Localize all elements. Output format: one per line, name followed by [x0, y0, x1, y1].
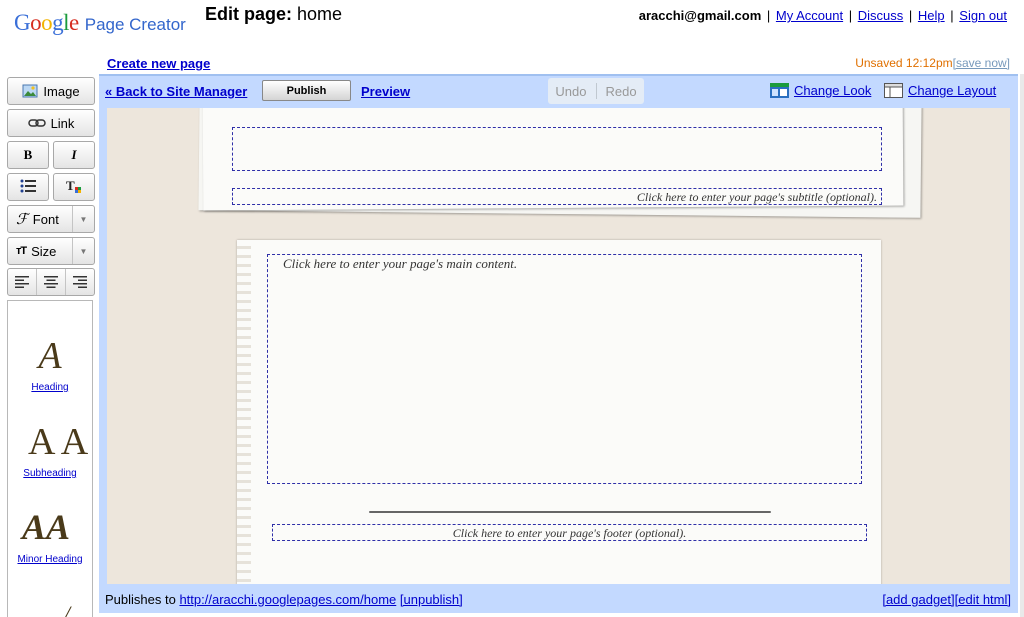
link-icon [27, 118, 46, 128]
page-name: home [297, 4, 343, 24]
publish-button[interactable]: Publish [262, 80, 351, 101]
text-size-icon: тT [16, 245, 27, 257]
style-heading[interactable]: A Heading [8, 337, 92, 393]
save-now-link[interactable]: [save now] [953, 56, 1010, 70]
back-to-site-manager-link[interactable]: « Back to Site Manager [105, 84, 247, 99]
main-content-hint: Click here to enter your page's main con… [283, 256, 518, 271]
svg-text:T: T [66, 178, 75, 193]
minor-heading-sample: AA [22, 509, 71, 547]
user-email: aracchi@gmail.com [638, 8, 762, 23]
bulleted-list-button[interactable] [7, 173, 49, 201]
edit-html-link[interactable]: [edit html] [955, 592, 1011, 607]
publish-info: Publishes to http://aracchi.googlepages.… [105, 592, 463, 607]
text-color-icon: T [65, 178, 83, 197]
user-bar: aracchi@gmail.com | My Account | Discuss… [638, 8, 1007, 23]
save-status: Unsaved 12:12pm[save now] [855, 56, 1010, 70]
font-dropdown[interactable]: ℱ Font ▼ [7, 205, 95, 233]
published-url-link[interactable]: http://aracchi.googlepages.com/home [179, 592, 396, 607]
torn-edge [237, 240, 251, 584]
font-dropdown-label: Font [32, 211, 59, 227]
publish-info-bar: Publishes to http://aracchi.googlepages.… [99, 586, 1018, 613]
page-canvas: Click here to enter your page's subtitle… [107, 108, 1010, 584]
align-center-icon [44, 276, 58, 288]
bulleted-list-icon [20, 179, 36, 196]
footer-actions: [add gadget][edit html] [882, 592, 1011, 607]
image-button-label: Image [43, 83, 80, 99]
chevron-down-icon: ▼ [72, 206, 94, 232]
alignment-group [7, 268, 95, 296]
insert-link-button[interactable]: Link [7, 109, 95, 137]
subtitle-hint: Click here to enter your page's subtitle… [636, 190, 877, 204]
undo-redo-group: Undo Redo [548, 78, 644, 104]
add-gadget-link[interactable]: [add gadget] [882, 592, 954, 607]
page-title: Edit page: home [205, 4, 342, 25]
text-styles-panel: A Heading A A Subheading AA Minor Headin… [7, 300, 93, 617]
change-layout-icon [884, 83, 903, 98]
align-right-icon [73, 276, 87, 288]
heading-style-link[interactable]: Heading [31, 382, 68, 393]
help-link[interactable]: Help [918, 8, 945, 23]
size-dropdown[interactable]: тT Size ▼ [7, 237, 95, 265]
discuss-link[interactable]: Discuss [858, 8, 904, 23]
unpublish-link[interactable]: [unpublish] [400, 592, 463, 607]
link-button-label: Link [50, 115, 75, 131]
google-page-creator-logo: Google Page Creator [14, 10, 186, 36]
align-center-button[interactable] [37, 269, 66, 295]
editor-frame: « Back to Site Manager Publish Preview U… [99, 74, 1018, 613]
footer-divider [369, 511, 771, 513]
change-look-link[interactable]: Change Look [794, 83, 871, 98]
text-color-button[interactable]: T [53, 173, 95, 201]
window-edge [1020, 74, 1024, 617]
my-account-link[interactable]: My Account [776, 8, 843, 23]
more-styles-partial: / [64, 601, 71, 617]
page-title-field[interactable] [232, 127, 882, 171]
preview-link[interactable]: Preview [361, 84, 410, 99]
insert-image-button[interactable]: Image [7, 77, 95, 105]
image-icon [22, 84, 38, 98]
footer-field[interactable]: Click here to enter your page's footer (… [272, 524, 867, 541]
bold-label: B [23, 147, 33, 162]
edit-page-label: Edit page: [205, 4, 293, 24]
subtitle-field[interactable]: Click here to enter your page's subtitle… [232, 188, 882, 205]
create-new-page-link[interactable]: Create new page [107, 56, 210, 71]
align-left-icon [15, 276, 29, 288]
subheading-sample: A A [28, 423, 89, 463]
align-right-button[interactable] [66, 269, 94, 295]
minor-heading-style-link[interactable]: Minor Heading [17, 554, 82, 565]
product-name: Page Creator [84, 15, 186, 34]
subheading-style-link[interactable]: Subheading [23, 468, 76, 479]
chevron-down-icon: ▼ [72, 238, 94, 264]
change-layout-control[interactable]: Change Layout [884, 83, 996, 98]
align-left-button[interactable] [8, 269, 37, 295]
sign-out-link[interactable]: Sign out [959, 8, 1007, 23]
undo-button[interactable]: Undo [555, 84, 586, 99]
change-layout-link[interactable]: Change Layout [908, 83, 996, 98]
main-content-field[interactable]: Click here to enter your page's main con… [267, 254, 862, 484]
change-look-icon [770, 83, 789, 98]
publishes-to-label: Publishes to [105, 592, 176, 607]
change-look-control[interactable]: Change Look [770, 83, 871, 98]
size-dropdown-label: Size [31, 243, 57, 259]
italic-label: I [71, 147, 77, 162]
heading-sample: A [38, 337, 62, 377]
google-logo: Google [14, 10, 79, 35]
redo-button[interactable]: Redo [606, 84, 637, 99]
bold-button[interactable]: B [7, 141, 49, 169]
italic-button[interactable]: I [53, 141, 95, 169]
footer-hint: Click here to enter your page's footer (… [452, 526, 687, 540]
style-minor-heading[interactable]: AA Minor Heading [8, 509, 92, 565]
font-icon: ℱ [16, 211, 28, 228]
style-subheading[interactable]: A A Subheading [8, 423, 92, 479]
unsaved-time: Unsaved 12:12pm [855, 56, 953, 70]
